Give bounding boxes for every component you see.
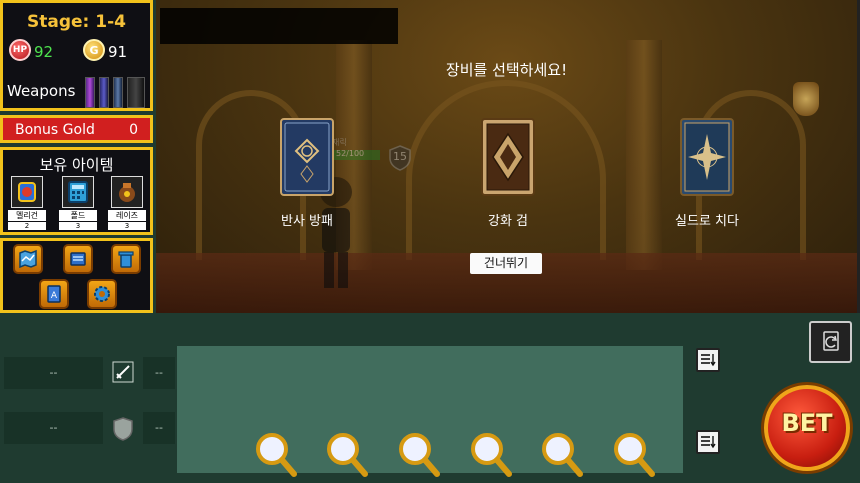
equipment-card[interactable] (280, 118, 334, 196)
list-icon (701, 436, 716, 449)
item-name: 레이즈 (108, 210, 146, 221)
inventory-title: 보유 아이템 (39, 156, 114, 174)
bet-label: BET (781, 409, 833, 437)
hp-icon: HP (9, 39, 31, 61)
defense-value: -- (143, 412, 175, 444)
trash-button[interactable] (111, 244, 141, 274)
inventory-item[interactable]: 멜리건 2 (8, 176, 46, 230)
item-count: 3 (108, 222, 146, 230)
enemy-level: 15 (393, 150, 407, 163)
skip-button[interactable]: 건너뛰기 (470, 253, 542, 274)
equipment-card[interactable] (481, 118, 535, 196)
svg-text:A: A (51, 291, 58, 301)
stage-panel: Stage: 1-4 HP 92 G 91 Weapons (0, 0, 153, 111)
card-deck-button[interactable]: A (39, 279, 69, 309)
weapon-slot[interactable] (99, 77, 109, 108)
inventory-item[interactable]: 폴드 3 (59, 176, 97, 230)
bonus-gold-label: Bonus Gold (15, 122, 95, 138)
defense-slot[interactable]: -- (4, 412, 103, 444)
magnifier-icon[interactable] (254, 431, 298, 477)
list-icon (701, 354, 716, 367)
attack-value: -- (143, 357, 175, 389)
book-icon (70, 252, 86, 266)
item-name: 멜리건 (8, 210, 46, 221)
gold-value: 91 (108, 43, 128, 61)
bag-icon (111, 176, 143, 208)
calculator-icon (62, 176, 94, 208)
menu-panel: A (0, 238, 153, 313)
weapons-label: Weapons (7, 82, 76, 100)
magnifier-icon[interactable] (469, 431, 513, 477)
list-button[interactable] (696, 430, 720, 454)
enemy-level-badge: 15 (388, 145, 412, 171)
map-icon (19, 249, 37, 269)
trash-icon (118, 251, 134, 268)
magnifier-icon[interactable] (540, 431, 584, 477)
map-button[interactable] (13, 244, 43, 274)
shield-icon (113, 417, 133, 441)
weapon-slot[interactable] (127, 77, 145, 108)
item-count: 3 (59, 222, 97, 230)
battle-scene: 재릭 52/100 15 장비를 선택하세요! 반사 방패 강화 검 실드로 치… (156, 0, 860, 313)
bet-button[interactable]: BET (764, 385, 850, 471)
settings-button[interactable] (87, 279, 117, 309)
inventory-item[interactable]: 레이즈 3 (108, 176, 146, 230)
inventory-panel: 보유 아이템 멜리건 2 폴드 3 레이즈 3 (0, 147, 153, 235)
stage-title: Stage: 1-4 (27, 12, 126, 32)
select-equipment-prompt: 장비를 선택하세요! (445, 61, 568, 79)
settings-icon (94, 286, 110, 302)
potion-icon (11, 176, 43, 208)
magnifier-icon[interactable] (325, 431, 369, 477)
top-bar (160, 8, 398, 44)
hp-value: 92 (34, 43, 54, 61)
sword-icon (112, 361, 134, 383)
attack-slot[interactable]: -- (4, 357, 103, 389)
card-deck-icon: A (47, 285, 61, 303)
item-count: 2 (8, 222, 46, 230)
item-name: 폴드 (59, 210, 97, 221)
card-name: 강화 검 (487, 214, 528, 229)
weapon-slot[interactable] (85, 77, 95, 108)
enemy-name: 재릭 (332, 138, 347, 147)
bonus-gold-value: 0 (129, 122, 138, 138)
list-button[interactable] (696, 348, 720, 372)
lamp-icon (793, 82, 819, 116)
enemy-hp-text: 52/100 (336, 149, 365, 158)
card-name: 실드로 치다 (675, 214, 739, 229)
betting-board: -- -- -- -- BET (0, 313, 860, 483)
weapon-slot[interactable] (113, 77, 123, 108)
magnifier-icon[interactable] (397, 431, 441, 477)
refresh-button[interactable] (809, 321, 852, 363)
refresh-icon (823, 331, 839, 351)
gold-coin-icon: G (83, 39, 105, 61)
book-button[interactable] (63, 244, 93, 274)
equipment-card[interactable] (680, 118, 734, 196)
magnifier-icon[interactable] (612, 431, 656, 477)
bonus-gold-panel: Bonus Gold 0 (0, 115, 153, 143)
card-name: 반사 방패 (281, 214, 333, 229)
